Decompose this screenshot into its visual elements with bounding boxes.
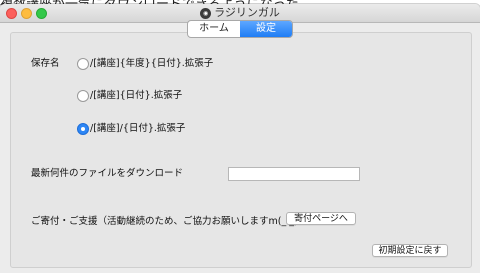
- save-name-radio-2[interactable]: [77, 90, 89, 102]
- save-name-option-1[interactable]: /[講座]{年度}{日付}.拡張子: [90, 55, 213, 69]
- app-icon: ◉: [200, 7, 212, 19]
- save-name-label: 保存名: [31, 58, 60, 69]
- donation-label: ご寄付・ご支援（活動継続のため、ご協力お願いしますm(_ _)m）: [31, 216, 317, 227]
- save-name-option-2[interactable]: /[講座]{日付}.拡張子: [90, 87, 182, 101]
- donation-page-button[interactable]: 寄付ページへ: [286, 212, 356, 225]
- tab-bar: ホーム 設定: [187, 20, 293, 38]
- latest-download-count-input[interactable]: [228, 167, 360, 181]
- latest-download-label: 最新何件のファイルをダウンロード: [31, 168, 184, 179]
- tab-home[interactable]: ホーム: [188, 21, 240, 37]
- window-title: ラジリンガル: [214, 6, 280, 19]
- tab-settings[interactable]: 設定: [240, 21, 292, 37]
- save-name-option-3[interactable]: /[講座]/{日付}.拡張子: [90, 120, 185, 134]
- save-name-radio-1[interactable]: [77, 58, 89, 70]
- window-title-group: ◉ ラジリンガル: [0, 6, 480, 20]
- reset-settings-button[interactable]: 初期設定に戻す: [372, 244, 448, 257]
- settings-panel: 保存名 /[講座]{年度}{日付}.拡張子 /[講座]{日付}.拡張子 /[講座…: [10, 32, 472, 268]
- app-window: ◉ ラジリンガル ホーム 設定 保存名 /[講座]{年度}{日付}.拡張子 /[講…: [0, 4, 480, 273]
- save-name-radio-3[interactable]: [77, 123, 89, 135]
